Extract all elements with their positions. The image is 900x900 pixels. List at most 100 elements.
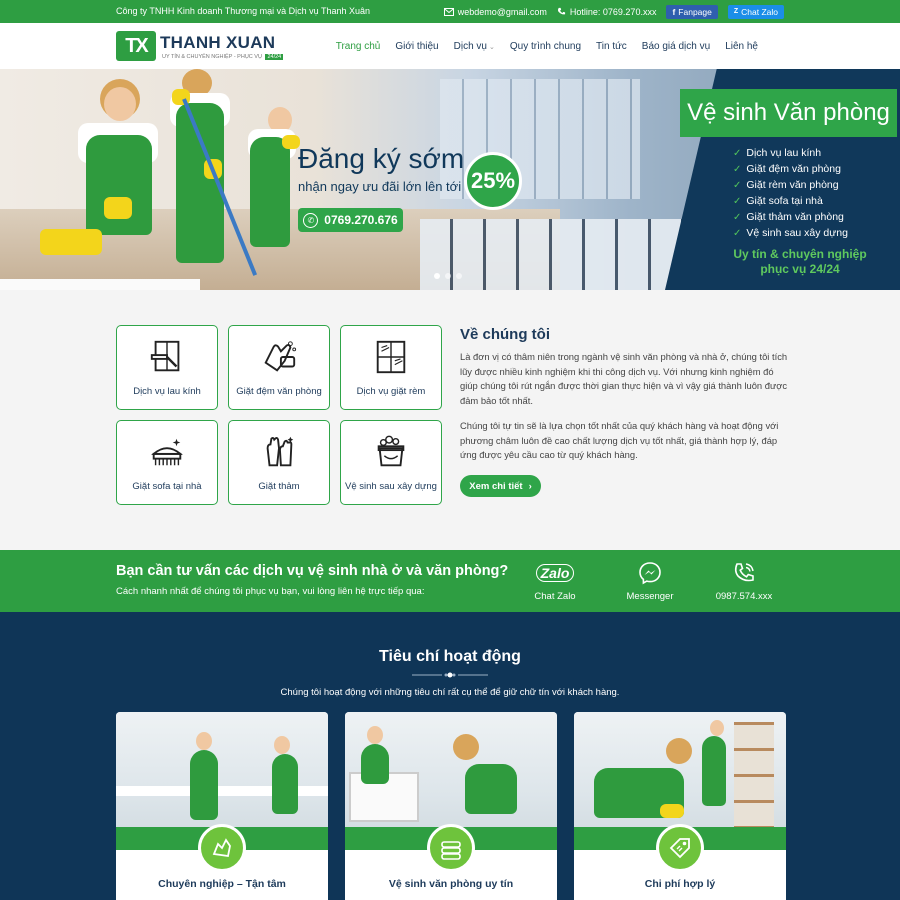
consult-banner: Bạn cần tư vấn các dịch vụ vệ sinh nhà ở… xyxy=(0,550,900,612)
view-details-label: Xem chi tiết xyxy=(469,480,523,492)
check-icon: ✓ xyxy=(733,163,742,175)
slider-dot[interactable] xyxy=(445,273,451,279)
top-bar: Công ty TNHH Kinh doanh Thương mại và Dị… xyxy=(0,0,900,23)
consult-zalo-label: Chat Zalo xyxy=(534,591,576,602)
consult-messenger[interactable]: Messenger xyxy=(610,559,690,602)
hero-banner[interactable]: Đăng ký sớm nhận ngay ưu đãi lớn lên tới… xyxy=(0,69,900,290)
hero-promo-heading: Đăng ký sớm xyxy=(298,143,465,174)
consult-zalo[interactable]: Zalo Chat Zalo xyxy=(515,559,595,602)
gloves-icon xyxy=(266,436,294,467)
nav-contact[interactable]: Liên hệ xyxy=(725,41,758,52)
service-card-carpet[interactable]: Giặt thảm xyxy=(228,420,330,505)
phone-icon xyxy=(557,7,565,15)
zalo-icon: Zalo xyxy=(515,559,595,587)
service-card-sofa[interactable]: Giặt sofa tại nhà xyxy=(116,420,218,505)
slider-dot[interactable] xyxy=(434,273,440,279)
slider-dot[interactable] xyxy=(456,273,462,279)
hero-tagline-2: phục vụ 24/24 xyxy=(760,262,840,276)
logo-name: THANH XUAN xyxy=(160,32,276,52)
hero-table xyxy=(0,279,200,290)
criteria-card[interactable]: Chuyên nghiệp – Tận tâm xyxy=(116,712,328,900)
hero-service-item: ✓ Giặt sofa tại nhà xyxy=(733,193,848,209)
criteria-card[interactable]: Chi phí hợp lý xyxy=(574,712,786,900)
chat-zalo-button[interactable]: Z Chat Zalo xyxy=(727,4,784,19)
hero-service-label: Dịch vụ lau kính xyxy=(746,147,822,159)
consult-subtitle: Cách nhanh nhất để chúng tôi phục vụ bạn… xyxy=(116,586,425,597)
brush-icon xyxy=(151,438,183,466)
check-icon: ✓ xyxy=(733,227,742,239)
glove-sponge-icon xyxy=(264,341,297,372)
slider-dots xyxy=(434,273,462,279)
hero-phone-button[interactable]: ✆ 0769.270.676 xyxy=(298,208,403,232)
company-name: Công ty TNHH Kinh doanh Thương mại và Dị… xyxy=(116,6,371,16)
logo-sub-text: UY TÍN & CHUYÊN NGHIỆP - PHỤC VỤ xyxy=(162,53,262,60)
facebook-icon: f xyxy=(672,6,676,17)
hero-title: Vệ sinh Văn phòng xyxy=(680,89,897,137)
consult-title: Bạn cần tư vấn các dịch vụ vệ sinh nhà ở… xyxy=(116,563,509,579)
consult-phone[interactable]: 0987.574.xxx xyxy=(704,559,784,602)
top-hotline-text: Hotline: 0769.270.xxx xyxy=(569,6,657,17)
service-card-construction[interactable]: Vệ sinh sau xây dựng xyxy=(340,420,442,505)
cleaning-hands-icon xyxy=(198,824,246,872)
service-card-mattress[interactable]: Giặt đệm văn phòng xyxy=(228,325,330,410)
check-icon: ✓ xyxy=(733,195,742,207)
header: TX THANH XUAN UY TÍN & CHUYÊN NGHIỆP - P… xyxy=(0,23,900,69)
about-paragraph-2: Chúng tôi tự tin sẽ là lựa chọn tốt nhất… xyxy=(460,420,779,461)
hero-tagline-1: Uy tín & chuyên nghiệp xyxy=(733,247,867,261)
curtain-window-icon xyxy=(376,340,406,374)
nav-services-label: Dịch vụ xyxy=(453,40,487,52)
hero-service-item: ✓ Vệ sinh sau xây dựng xyxy=(733,225,848,241)
zalo-logo-text: Zalo xyxy=(535,564,575,582)
criteria-card-label: Chi phí hợp lý xyxy=(644,878,716,890)
top-bar-contacts: webdemo@gmail.com Hotline: 0769.270.xxx … xyxy=(443,4,784,19)
check-icon: ✓ xyxy=(733,147,742,159)
criteria-card[interactable]: Vệ sinh văn phòng uy tín xyxy=(345,712,557,900)
service-card-curtain[interactable]: Dịch vụ giặt rèm xyxy=(340,325,442,410)
chat-zalo-label: Chat Zalo xyxy=(741,6,778,17)
hero-phone-number: 0769.270.676 xyxy=(324,213,398,227)
stack-towels-icon xyxy=(427,824,475,872)
top-email-text: webdemo@gmail.com xyxy=(457,6,547,17)
fanpage-button[interactable]: f Fanpage xyxy=(666,4,718,19)
phone-ringing-icon xyxy=(704,559,784,587)
window-squeegee-icon xyxy=(150,340,180,372)
nav-process[interactable]: Quy trình chung xyxy=(510,41,581,52)
shelf xyxy=(734,722,774,832)
top-email[interactable]: webdemo@gmail.com xyxy=(443,6,547,17)
phone-icon: ✆ xyxy=(303,212,319,228)
hero-service-list: ✓ Dịch vụ lau kính ✓ Giặt đệm văn phòng ✓ G… xyxy=(733,145,848,241)
logo-text: THANH XUAN UY TÍN & CHUYÊN NGHIỆP - PHỤC… xyxy=(160,32,284,60)
logo[interactable]: TX THANH XUAN UY TÍN & CHUYÊN NGHIỆP - P… xyxy=(116,31,284,61)
criteria-card-label: Vệ sinh văn phòng uy tín xyxy=(388,878,514,890)
title-divider xyxy=(412,672,488,678)
hero-service-label: Giặt sofa tại nhà xyxy=(746,195,823,207)
nav-news[interactable]: Tin tức xyxy=(596,41,627,52)
hero-service-label: Giặt đệm văn phòng xyxy=(746,163,841,175)
hero-promo-subheading: nhận ngay ưu đãi lớn lên tới xyxy=(298,179,462,194)
about-section: Dịch vụ lau kính Giặt đệm văn phòng Dịch… xyxy=(0,290,900,550)
nav-pricing[interactable]: Báo giá dịch vụ xyxy=(642,41,710,52)
service-label: Dịch vụ giặt rèm xyxy=(356,386,426,397)
messenger-icon xyxy=(610,559,690,587)
nav-home[interactable]: Trang chủ xyxy=(336,41,381,52)
hero-service-label: Vệ sinh sau xây dựng xyxy=(746,227,848,239)
page: Công ty TNHH Kinh doanh Thương mại và Dị… xyxy=(0,0,900,900)
nav-about[interactable]: Giới thiệu xyxy=(395,41,438,52)
mail-icon xyxy=(443,7,454,16)
hero-service-item: ✓ Giặt thảm văn phòng xyxy=(733,209,848,225)
criteria-section: Tiêu chí hoạt động Chúng tôi hoạt động v… xyxy=(0,612,900,900)
service-card-window[interactable]: Dịch vụ lau kính xyxy=(116,325,218,410)
price-tag-icon xyxy=(656,824,704,872)
top-hotline[interactable]: Hotline: 0769.270.xxx xyxy=(557,6,657,17)
nav-services[interactable]: Dịch vụ ⌄ xyxy=(454,41,495,52)
about-title: Về chúng tôi xyxy=(460,326,550,343)
hero-service-label: Giặt rèm văn phòng xyxy=(746,179,839,191)
service-label: Giặt sofa tại nhà xyxy=(132,481,202,492)
hero-service-item: ✓ Dịch vụ lau kính xyxy=(733,145,848,161)
service-label: Dịch vụ lau kính xyxy=(133,386,201,397)
view-details-button[interactable]: Xem chi tiết › xyxy=(460,475,541,497)
check-icon: ✓ xyxy=(733,211,742,223)
hero-service-item: ✓ Giặt rèm văn phòng xyxy=(733,177,848,193)
main-nav: Trang chủ Giới thiệu Dịch vụ ⌄ Quy trình … xyxy=(336,23,758,69)
logo-mark: TX xyxy=(116,31,156,61)
